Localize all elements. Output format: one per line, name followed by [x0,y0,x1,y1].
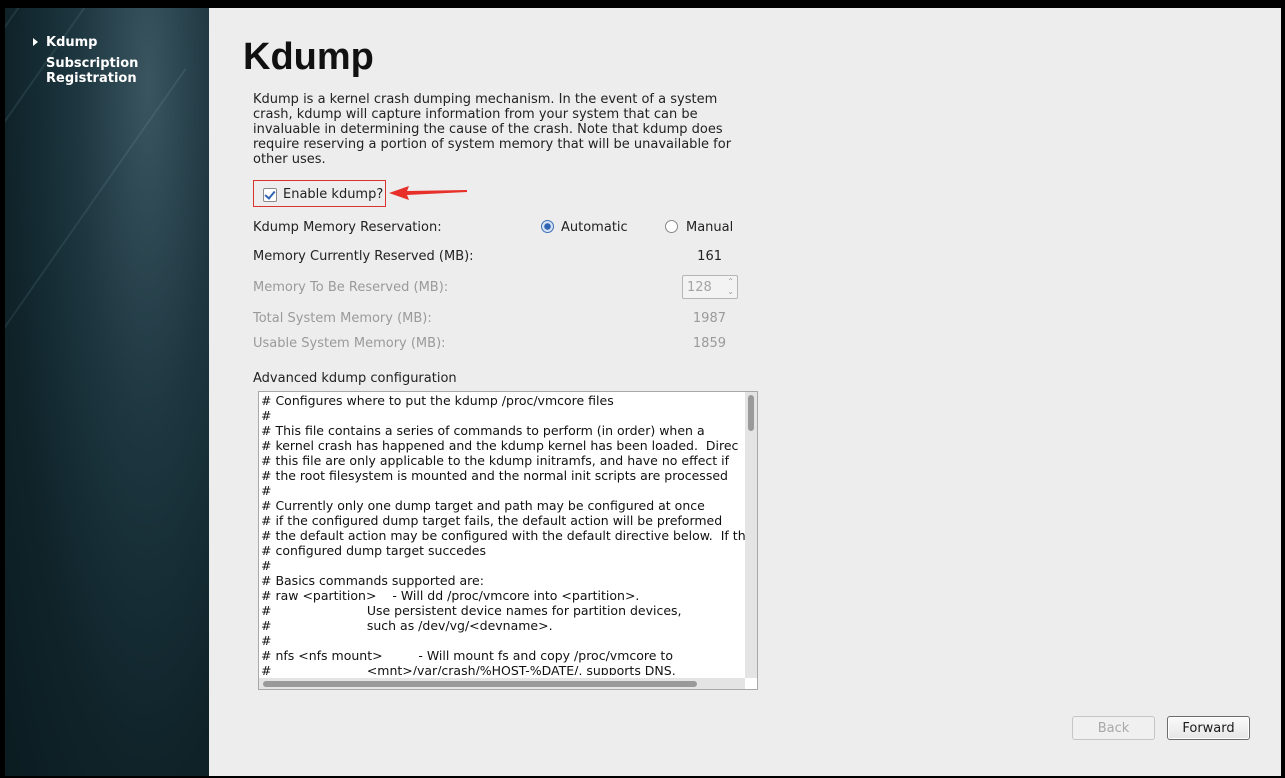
config-line: # configured dump target succedes [261,543,487,558]
horizontal-scroll-thumb[interactable] [263,681,697,687]
red-arrow-annotation [389,186,467,200]
config-line: # the default action may be configured w… [261,528,745,543]
usable-memory-label: Usable System Memory (MB): [253,336,446,351]
config-line: # Currently only one dump target and pat… [261,498,705,513]
enable-kdump-highlight[interactable]: Enable kdump? [253,180,386,207]
config-line: # [261,558,272,573]
horizontal-scrollbar[interactable] [259,678,745,689]
memory-to-be-reserved-spinbox[interactable]: 128 ⌃ ⌄ [682,275,738,299]
config-line: # [261,483,272,498]
memory-to-be-reserved-value[interactable]: 128 [687,280,712,295]
config-line: # [261,408,272,423]
spin-up-icon[interactable]: ⌃ [727,278,734,286]
config-line: # the root filesystem is mounted and the… [261,468,728,483]
config-text[interactable]: # Configures where to put the kdump /pro… [261,393,745,675]
config-line: # This file contains a series of command… [261,423,705,438]
config-line: # Use persistent device names for partit… [261,603,682,618]
back-button[interactable]: Back [1072,716,1155,740]
config-line: # Basics commands supported are: [261,573,484,588]
config-line: # raw <partition> - Will dd /proc/vmcore… [261,588,640,603]
sidebar: Kdump Subscription Registration [5,8,209,776]
config-line: # this file are only applicable to the k… [261,453,730,468]
total-memory-value: 1987 [692,311,726,326]
config-line: # nfs <nfs mount> - Will mount fs and co… [261,648,673,663]
config-line: # [261,633,272,648]
automatic-radio[interactable] [541,220,554,233]
sidebar-item-subscription-registration[interactable]: Subscription Registration [46,56,138,86]
sidebar-item-kdump[interactable]: Kdump [46,35,98,50]
config-line: # Configures where to put the kdump /pro… [261,393,614,408]
main-panel: Kdump Kdump is a kernel crash dumping me… [209,8,1281,776]
automatic-label[interactable]: Automatic [561,220,628,235]
description-text: Kdump is a kernel crash dumping mechanis… [253,92,732,167]
total-memory-label: Total System Memory (MB): [253,311,432,326]
enable-kdump-label[interactable]: Enable kdump? [283,187,383,202]
config-line: # such as /dev/vg/<devname>. [261,618,553,633]
config-line: # <mnt>/var/crash/%HOST-%DATE/, supports… [261,663,676,675]
config-line: # if the configured dump target fails, t… [261,513,723,528]
vertical-scrollbar[interactable] [745,392,757,678]
manual-radio[interactable] [665,220,678,233]
page-title: Kdump [243,36,374,78]
forward-button[interactable]: Forward [1167,716,1250,740]
advanced-config-textarea[interactable]: # Configures where to put the kdump /pro… [258,391,758,690]
memory-to-be-reserved-label: Memory To Be Reserved (MB): [253,280,449,295]
active-indicator-icon [33,38,38,46]
manual-label[interactable]: Manual [686,220,733,235]
config-line: # kernel crash has happened and the kdum… [261,438,739,453]
spin-down-icon[interactable]: ⌄ [727,288,734,296]
vertical-scroll-thumb[interactable] [748,395,754,431]
memory-currently-reserved-label: Memory Currently Reserved (MB): [253,249,474,264]
advanced-config-label: Advanced kdump configuration [253,371,457,386]
memory-currently-reserved-value: 161 [697,249,722,264]
reservation-label: Kdump Memory Reservation: [253,220,442,235]
usable-memory-value: 1859 [692,336,726,351]
enable-kdump-checkbox[interactable] [263,188,277,202]
